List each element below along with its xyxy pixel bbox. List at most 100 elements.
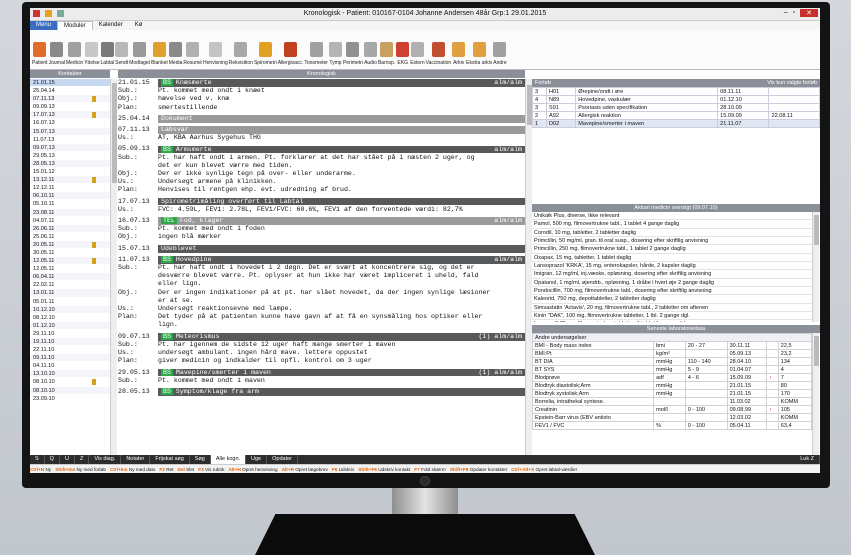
contact-date-row[interactable]: 05.01.11 [30,298,110,306]
journal-entry-title-bar[interactable]: BS Hovedpine alm/alm [158,256,525,264]
function-key-hint[interactable]: Alt+R Opret lægebrev [282,467,328,472]
contact-date-row[interactable]: 30.05.11 [30,249,110,258]
toolbar-button-19[interactable]: EKG [396,30,410,69]
lab-row[interactable]: Creatinin mol/l 0 - 100 09.08.99 ↑ 105 [532,405,812,414]
medication-row[interactable]: Simvastatin 'Actavis', 20 mg, filmovertr… [532,304,812,313]
lab-row[interactable]: BMI - Body mass index bmi 20 - 27 30.11.11 2… [532,341,812,350]
journal-entry-title-bar[interactable]: BS Mavepine/smerter i maven (1) alm/alm [158,368,525,377]
function-key-hint[interactable]: Alt+H Opret henvisning [228,467,277,472]
tab-2[interactable]: U [60,455,75,464]
tab-4[interactable]: Vis diag. [89,455,122,464]
function-key-hint[interactable]: Shift+F8 Opdater kontakter [450,467,507,472]
medication-row[interactable]: Corodil, 10 mg, tabletter, 2 tabletter d… [532,229,812,238]
medication-row[interactable]: Pamol, 500 mg, filmovertrukne tabl., 1 t… [532,220,812,229]
toolbar-button-3[interactable]: Ydelse [84,30,100,69]
contact-date-row[interactable]: 29.05.13 [30,152,110,160]
lab-group-row[interactable]: Andre undersøgelser [532,333,812,342]
contact-date-row[interactable]: 09.07.13 [30,143,110,152]
lab-row[interactable]: Borrelia, intrathekal syntese. 11.03.02 KO… [532,397,812,406]
toolbar-button-18[interactable]: Barnsp. [378,30,395,69]
contact-date-row[interactable]: 26.06.11 [30,224,110,233]
contact-date-row[interactable]: 12.05.11 [30,257,110,266]
tab-5[interactable]: Notater [121,455,151,464]
contact-date-row[interactable]: 17.07.13 [30,111,110,120]
function-key-hint[interactable]: F2 Ret [159,467,173,472]
medication-row[interactable]: Unikalk Plus, diverse, Ikke relevant [532,212,812,221]
toolbar-button-0[interactable]: Patient [32,30,48,69]
medication-row[interactable]: Oxapax, 15 mg, tabletter, 1 tablet dagli… [532,254,812,263]
journal-entry-title-bar[interactable]: BS Symptom/klage fra arm [158,388,525,396]
tab-10[interactable]: Opdater [267,455,298,464]
menu-item-2[interactable]: Kalender [93,21,129,30]
maximize-button[interactable]: ▫ [793,9,795,17]
medication-row[interactable]: Primcillin, 50 mg/ml, gran. til oral sus… [532,237,812,246]
journal-entry-title-bar[interactable]: BS Knæsmerte alm/alm [158,79,525,87]
show-selected-toggle[interactable]: Vis kun valgte forløb [767,79,817,87]
function-key-hint[interactable]: Del Slet [178,467,195,472]
menu-item-3[interactable]: Kø [129,21,149,30]
add-icon[interactable] [45,10,52,17]
toolbar-button-24[interactable]: Andre [493,30,507,69]
medication-row[interactable]: Kaleorid, 750 mg, depottabletter, 2 tabl… [532,295,812,304]
journal-entry-title-bar[interactable]: BS Meteorismus (1) alm/alm [158,333,525,341]
medication-scrollbar[interactable] [812,212,819,322]
contact-date-row[interactable]: 05.10.11 [30,200,110,209]
contact-date-row[interactable]: 09.11.10 [30,354,110,363]
contact-date-row[interactable]: 16.07.13 [30,119,110,128]
close-button[interactable]: ✕ [800,9,818,17]
diagnosis-row[interactable]: 4 N89 Hovedpine, vaskulær 01.12.10 [532,95,820,104]
toolbar-button-9[interactable]: Resumé [183,30,202,69]
contact-date-row[interactable]: 19.11.10 [30,338,110,347]
contact-date-row[interactable]: 21.01.15 [30,79,110,88]
contact-date-row[interactable]: 13.01.11 [30,289,110,298]
contact-date-row[interactable]: 25.04.14 [30,87,110,96]
contact-date-row[interactable]: 15.01.12 [30,168,110,177]
contact-date-row[interactable]: 15.07.13 [30,127,110,136]
tab-1[interactable]: Q [45,455,60,464]
menu-item-0[interactable]: Menu [30,21,58,30]
contact-date-row[interactable]: 04.07.11 [30,217,110,225]
function-key-hint[interactable]: Ctrl+Alt+S Opret labtal-værdier [511,467,577,472]
function-key-hint[interactable]: Shift+F6 Udskriv kontakt [358,467,410,472]
lab-row[interactable]: Blodtryk diastolisk;Arm mmHg 21.01.15 80 [532,381,812,390]
tab-3[interactable]: Z [75,455,90,464]
contact-date-row[interactable]: 06.10.11 [30,192,110,201]
contact-date-row[interactable]: 13.12.11 [30,176,110,185]
toolbar-button-4[interactable]: Labtal [101,30,114,69]
lab-row[interactable]: Epstein-Barr virus (EBV antisto 12.03.02 K… [532,413,812,422]
quick-access-toolbar[interactable] [33,10,64,17]
medication-row[interactable]: Lansoprazol 'KRKA', 15 mg, enterokapsler… [532,262,812,271]
medication-row[interactable]: Primcillin, 250 mg, filmovertrukne tabl.… [532,245,812,254]
journal-entry-title-bar[interactable]: TEL Fod, klager alm/alm [158,217,525,225]
medication-row[interactable]: Opatanol, 1 mg/ml, øjendrb., opløsning, … [532,279,812,288]
toolbar-button-6[interactable]: Modtaget [129,30,150,69]
contact-date-row[interactable]: 04.11.10 [30,362,110,371]
toolbar-button-10[interactable]: Henvisning [203,30,228,69]
contact-date-row[interactable]: 20.05.11 [30,240,110,249]
medication-row[interactable]: Pondocillin, 700 mg, filmovertrukne tabl… [532,287,812,296]
toolbar-button-17[interactable]: Audio [363,30,377,69]
function-key-hint[interactable]: Ctrl+Ins Ny med dato [110,467,155,472]
lab-row[interactable]: BT SYS mmHg 5 - 9 01.04.07 4 [532,365,812,374]
contacts-scrollbar[interactable] [110,79,117,455]
contact-date-row[interactable]: 12.12.11 [30,184,110,193]
toolbar-button-13[interactable]: Allergivacc. [278,30,303,69]
contact-date-row[interactable]: 13.10.10 [30,370,110,379]
toolbar-button-16[interactable]: Perimetri [343,30,363,69]
tab-0[interactable]: S [30,455,45,464]
contact-date-row[interactable]: 06.04.11 [30,273,110,282]
lab-row[interactable]: Blodtryk systolisk;Arm mmHg 21.01.15 170 [532,389,812,398]
contact-date-row[interactable]: 08.10.10 [30,386,110,395]
journal-view[interactable]: 21.01.15 BS Knæsmerte alm/alm Sub.: Pt. komme… [118,79,525,455]
diagnosis-row[interactable]: 1 D02 Mavepine/smerter i maven 21.11.07 [532,119,820,128]
medication-row[interactable]: Imigran, 12 mg/ml, inj.væske, opløsning,… [532,270,812,279]
contact-date-row[interactable]: 23.09.10 [30,395,110,403]
function-key-hint[interactable]: F6 Udskriv [332,467,354,472]
contact-date-row[interactable]: 07.11.13 [30,95,110,104]
journal-entry-title-bar[interactable]: Udeblevet [158,245,525,253]
contact-date-row[interactable]: 10.12.10 [30,305,110,314]
toolbar-button-12[interactable]: Spirometri [254,30,277,69]
tab-6[interactable]: Frijskat søg [150,455,190,464]
contact-date-row[interactable]: 22.11.10 [30,346,110,355]
toolbar-button-20[interactable]: Estern [410,30,425,69]
